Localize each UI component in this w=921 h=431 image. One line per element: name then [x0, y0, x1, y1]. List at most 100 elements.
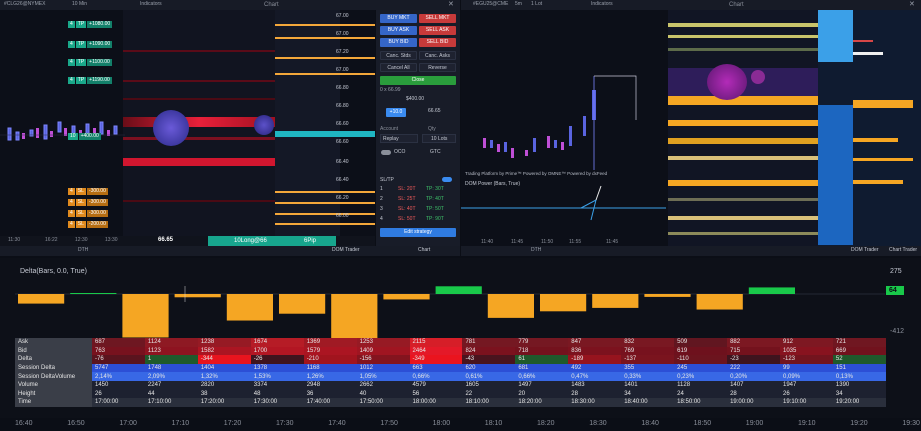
buy-mkt-button[interactable]: BUY MKT — [380, 14, 417, 23]
delta-bar — [487, 294, 534, 318]
stats-cell: 1409 — [356, 346, 410, 356]
tp-order-tag[interactable]: 4 TP +1090.00 — [68, 40, 113, 48]
cancel-stds-button[interactable]: Canc. Stds — [380, 51, 417, 60]
stats-cell: 2115 — [409, 338, 463, 347]
stats-cell: 18:30:00 — [568, 398, 622, 407]
left-dom-trader-tab[interactable]: DOM Trader — [332, 248, 360, 253]
stats-cell: 4579 — [409, 380, 463, 390]
stats-cell: 34 — [832, 389, 886, 399]
heatmap-band — [668, 96, 818, 105]
stats-cell: -110 — [674, 355, 728, 364]
dom-bid-stack — [818, 105, 853, 245]
right-zoom-select[interactable]: DTH — [531, 248, 541, 253]
sltp-row[interactable]: 1 SL: 20T TP: 30T — [380, 187, 444, 192]
price-label: 66.60 — [336, 121, 349, 127]
stats-row: Time 17:00:00 17:10:00 17:20:00 17:30:00 17:4… — [15, 398, 886, 407]
stats-cell: 0,47% — [568, 372, 622, 381]
stats-cell: 1238 — [197, 338, 251, 347]
stats-row-label: Session Delta — [15, 363, 92, 373]
stats-cell: 0,61% — [462, 372, 516, 381]
stats-cell: -76 — [92, 355, 145, 364]
tp-order-tag[interactable]: 4 TP +1100.00 — [68, 58, 113, 66]
right-chart-area[interactable]: Trading Platform by Prime™ Powered by OM… — [461, 10, 921, 246]
left-timeframe[interactable]: 10 Min — [72, 2, 87, 7]
stats-cell: 663 — [409, 363, 463, 373]
sl-order-tag[interactable]: 4 SL -200.00 — [68, 220, 109, 228]
sl-order-tag[interactable]: 4 SL -300.00 — [68, 187, 109, 195]
dom-level — [853, 138, 898, 142]
time-axis-tick: 17:20 — [223, 420, 242, 427]
cancel-all-button[interactable]: Cancel All — [380, 63, 417, 72]
stats-cell: 619 — [674, 346, 728, 356]
close-position-button[interactable]: Close — [380, 76, 456, 85]
time-axis-tick: 17:40 — [328, 420, 346, 427]
stats-cell: 0,23% — [674, 372, 728, 381]
heatmap-band — [668, 138, 818, 144]
stats-cell: 687 — [92, 338, 145, 347]
stats-cell: 681 — [515, 363, 569, 373]
stats-cell: 28 — [727, 389, 780, 399]
tp-order-tag[interactable]: 4 TP +1190.00 — [68, 76, 113, 84]
account-select[interactable]: Replay — [380, 134, 418, 143]
sltp-row[interactable]: 3 SL: 40T TP: 50T — [380, 207, 444, 212]
left-chart-title: Chart — [264, 2, 279, 8]
sltp-row[interactable]: 2 SL: 25T TP: 40T — [380, 197, 444, 202]
stats-cell: 44 — [144, 389, 198, 399]
time-axis-tick: 18:20 — [537, 420, 555, 427]
right-indicators-menu[interactable]: Indicators — [591, 2, 613, 7]
left-symbol[interactable]: #CLG26@NYMEX — [4, 2, 45, 7]
sell-mkt-button[interactable]: SELL MKT — [419, 14, 456, 23]
left-chart-area[interactable]: 67.00 67.00 67.20 67.00 66.80 66.80 66.6… — [0, 10, 375, 238]
order-entry-panel: BUY MKT SELL MKT BUY ASK SELL ASK BUY BI… — [376, 10, 460, 246]
stats-cell: 824 — [462, 346, 516, 356]
stats-cell: -344 — [197, 355, 251, 364]
oco-toggle[interactable] — [381, 150, 391, 155]
left-close-icon[interactable]: ✕ — [448, 1, 454, 8]
delta-bar — [644, 294, 691, 297]
time-axis-tick: 17:30 — [276, 420, 294, 427]
buy-bid-button[interactable]: BUY BID — [380, 38, 417, 47]
left-chart-toolbar: #CLG26@NYMEX 10 Min Indicators Chart ✕ — [0, 0, 460, 10]
right-qty[interactable]: 1 Lot — [531, 2, 542, 7]
position-order-tag[interactable]: 10 +400.00 — [68, 132, 102, 140]
stats-cell: 1369 — [303, 338, 357, 347]
heatmap-band — [668, 232, 818, 235]
stats-cell: 1,32% — [197, 372, 251, 381]
reverse-button[interactable]: Reverse — [419, 63, 456, 72]
left-indicators-menu[interactable]: Indicators — [140, 2, 162, 7]
stats-cell: 718 — [515, 346, 569, 356]
last-price: 66.65 — [428, 108, 441, 114]
sl-order-tag[interactable]: 4 SL -300.00 — [68, 198, 109, 206]
stats-cell: 1483 — [568, 380, 622, 390]
qty-field[interactable]: 10 Lots — [422, 134, 456, 143]
tif-select[interactable]: GTC — [430, 150, 441, 155]
stats-cell: 1168 — [303, 363, 357, 373]
time-axis-tick: 18:10 — [484, 420, 503, 427]
sell-ask-button[interactable]: SELL ASK — [419, 26, 456, 35]
right-close-icon[interactable]: ✕ — [909, 1, 915, 8]
edit-strategy-button[interactable]: Edit strategy — [380, 228, 456, 237]
cancel-asks-button[interactable]: Canc. Asks — [419, 51, 456, 60]
delta-bar — [122, 294, 169, 338]
qty-value[interactable]: +10.0 — [386, 108, 406, 117]
sell-bid-button[interactable]: SELL BID — [419, 38, 456, 47]
sltp-row[interactable]: 4 SL: 50T TP: 90T — [380, 217, 444, 222]
left-zoom-select[interactable]: DTH — [78, 248, 88, 253]
time-axis-tick: 18:30 — [589, 420, 607, 427]
right-timeframe[interactable]: 5m — [515, 2, 522, 7]
left-chart-tab[interactable]: Chart — [418, 248, 430, 253]
right-dom-trader-tab[interactable]: DOM Trader — [851, 248, 879, 253]
sl-order-tag[interactable]: 4 SL -300.00 — [68, 209, 109, 217]
buy-ask-button[interactable]: BUY ASK — [380, 26, 417, 35]
stats-cell: 0,13% — [832, 372, 886, 381]
sltp-toggle[interactable] — [442, 177, 452, 182]
time-axis-tick: 17:50 — [380, 420, 398, 427]
tp-order-tag[interactable]: 4 TP +1080.00 — [68, 20, 113, 28]
stats-cell: 847 — [568, 338, 622, 347]
time-axis-tick: 19:00 — [745, 420, 764, 427]
stats-cell: -210 — [303, 355, 357, 364]
position-pl-bar[interactable]: 10Long@66 6Pip — [208, 236, 336, 246]
right-symbol[interactable]: #EGU25@CME — [473, 2, 508, 7]
stats-cell: 36 — [303, 389, 357, 399]
right-chart-trader-tab[interactable]: Chart Trader — [889, 248, 917, 253]
